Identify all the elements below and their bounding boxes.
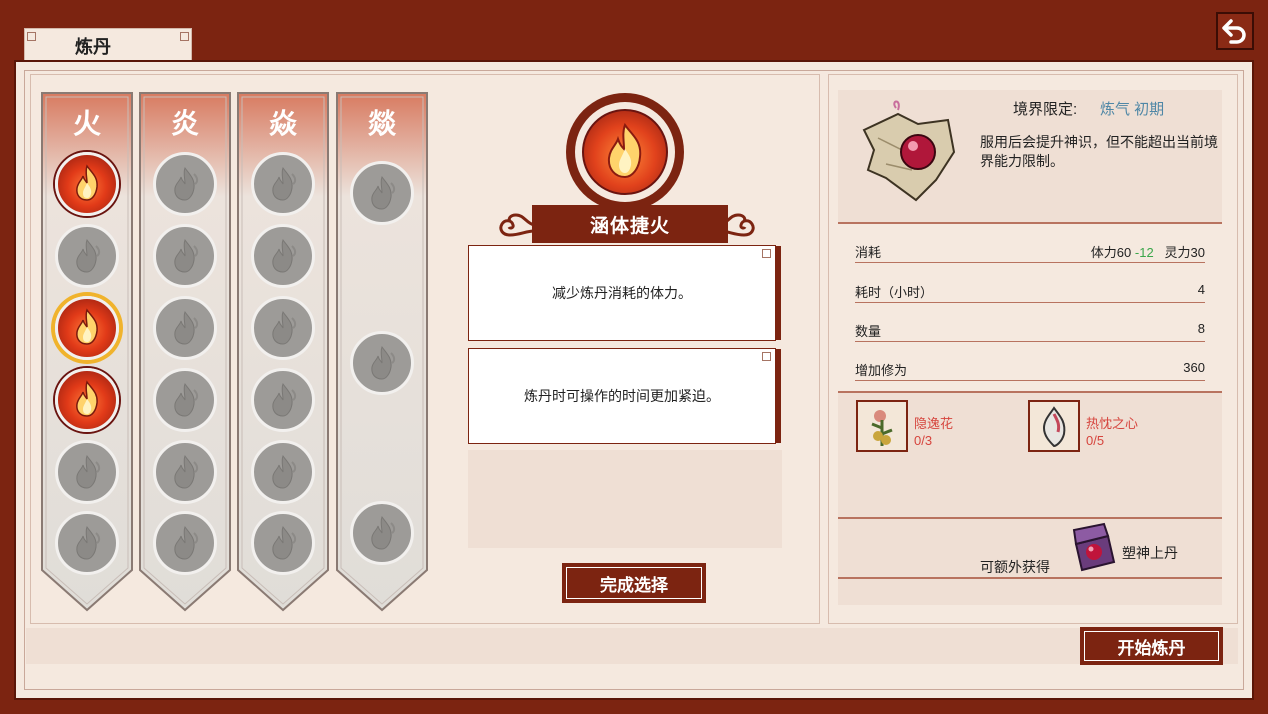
back-arrow-icon — [1222, 19, 1246, 44]
fire-tier-title: 焱 — [268, 107, 297, 140]
flame-icon — [58, 299, 116, 357]
tab-alchemy[interactable]: 炼丹 — [24, 28, 192, 62]
material-name: 隐逸花 — [914, 416, 954, 431]
fire-slot-locked[interactable] — [153, 296, 217, 360]
extra-reward-item: 塑神上丹 — [1122, 545, 1178, 561]
flame-silhouette-icon — [156, 299, 214, 357]
flame-silhouette-icon — [58, 227, 116, 285]
flame-silhouette-icon — [254, 227, 312, 285]
fire-slot-locked[interactable] — [251, 296, 315, 360]
stat-value: 4 — [1197, 282, 1205, 297]
fire-slot-locked[interactable] — [55, 511, 119, 575]
fire-tier-title: 火 — [72, 107, 101, 140]
flame-silhouette-icon — [156, 371, 214, 429]
fire-slot-locked[interactable] — [251, 152, 315, 216]
flame-silhouette-icon — [254, 299, 312, 357]
stat-key: 增加修为 — [855, 363, 908, 378]
cost-spirit: 灵力30 — [1164, 245, 1205, 260]
stat-row-cost: 消耗 体力60 -12 灵力30 — [855, 238, 1205, 263]
flame-silhouette-icon — [353, 504, 411, 562]
fire-slot-unlocked[interactable] — [55, 368, 119, 432]
extra-reward-label: 可额外获得 — [980, 559, 1050, 575]
fire-slot-locked[interactable] — [251, 440, 315, 504]
cost-stamina-delta: -12 — [1134, 245, 1154, 260]
flame-silhouette-icon — [353, 164, 411, 222]
herb-icon — [856, 400, 908, 452]
stat-row-quantity: 数量 8 — [855, 317, 1205, 342]
cost-stamina: 体力60 — [1090, 245, 1132, 260]
stat-value: 360 — [1183, 360, 1205, 375]
stat-key: 数量 — [855, 324, 882, 339]
back-button[interactable] — [1216, 12, 1254, 50]
stat-row-time: 耗时（小时） 4 — [855, 278, 1205, 303]
fire-slot-locked[interactable] — [350, 331, 414, 395]
selected-fire-icon — [582, 109, 668, 195]
flame-silhouette-icon — [254, 371, 312, 429]
material-count: 0/3 — [914, 433, 933, 448]
material-count: 0/5 — [1086, 433, 1105, 448]
flame-silhouette-icon — [254, 155, 312, 213]
box-corner — [762, 352, 771, 361]
realm-label: 境界限定: — [1013, 101, 1078, 118]
fire-tier-title: 燚 — [367, 107, 396, 140]
bottom-bar — [26, 628, 1238, 664]
fire-tier-title: 炎 — [170, 107, 199, 140]
flame-silhouette-icon — [254, 443, 312, 501]
tab-corner — [180, 32, 189, 41]
bonus-footer — [838, 579, 1222, 605]
selected-fire-name: 涵体捷火 — [532, 205, 728, 243]
stat-row-cultivation: 增加修为 360 — [855, 356, 1205, 381]
effect-box-2: 炼丹时可操作的时间更加紧迫。 — [468, 348, 781, 444]
flame-icon — [58, 155, 116, 213]
flame-icon — [58, 371, 116, 429]
confirm-selection-button[interactable]: 完成选择 — [562, 563, 706, 603]
flame-silhouette-icon — [156, 514, 214, 572]
fire-slot-locked[interactable] — [153, 224, 217, 288]
pill-scroll-icon — [862, 100, 956, 202]
tab-corner — [27, 32, 36, 41]
fire-slot-selected[interactable] — [55, 296, 119, 360]
flame-silhouette-icon — [156, 155, 214, 213]
material-name: 热忱之心 — [1086, 416, 1139, 431]
box-corner — [762, 249, 771, 258]
flame-silhouette-icon — [58, 514, 116, 572]
stat-key: 耗时（小时） — [855, 285, 934, 300]
fire-slot-locked[interactable] — [251, 511, 315, 575]
fire-slot-locked[interactable] — [251, 224, 315, 288]
flame-silhouette-icon — [353, 334, 411, 392]
fire-slot-locked[interactable] — [55, 440, 119, 504]
divider — [838, 222, 1222, 224]
fire-slot-locked[interactable] — [55, 224, 119, 288]
fire-slot-locked[interactable] — [350, 161, 414, 225]
fire-slot-locked[interactable] — [153, 511, 217, 575]
effect-box-1: 减少炼丹消耗的体力。 — [468, 245, 781, 341]
flame-silhouette-icon — [254, 514, 312, 572]
stat-value: 体力60 -12 灵力30 — [1091, 242, 1205, 261]
start-alchemy-button[interactable]: 开始炼丹 — [1080, 627, 1223, 665]
stat-key: 消耗 — [855, 245, 882, 260]
effect-box-empty — [468, 450, 782, 548]
flame-silhouette-icon — [58, 443, 116, 501]
stat-value: 8 — [1197, 321, 1205, 336]
treasure-box-icon — [1072, 522, 1116, 572]
realm-value: 炼气 初期 — [1100, 101, 1165, 118]
flame-silhouette-icon — [156, 443, 214, 501]
fire-slot-locked[interactable] — [153, 440, 217, 504]
fire-slot-locked[interactable] — [153, 368, 217, 432]
cloud-ornament-icon — [499, 213, 535, 237]
fire-slot-locked[interactable] — [350, 501, 414, 565]
fire-slot-unlocked[interactable] — [55, 152, 119, 216]
item-description: 服用后会提升神识，但不能超出当前境界能力限制。 — [980, 134, 1218, 169]
fire-slot-locked[interactable] — [251, 368, 315, 432]
flame-silhouette-icon — [156, 227, 214, 285]
heart-crystal-icon — [1028, 400, 1080, 452]
fire-slot-locked[interactable] — [153, 152, 217, 216]
